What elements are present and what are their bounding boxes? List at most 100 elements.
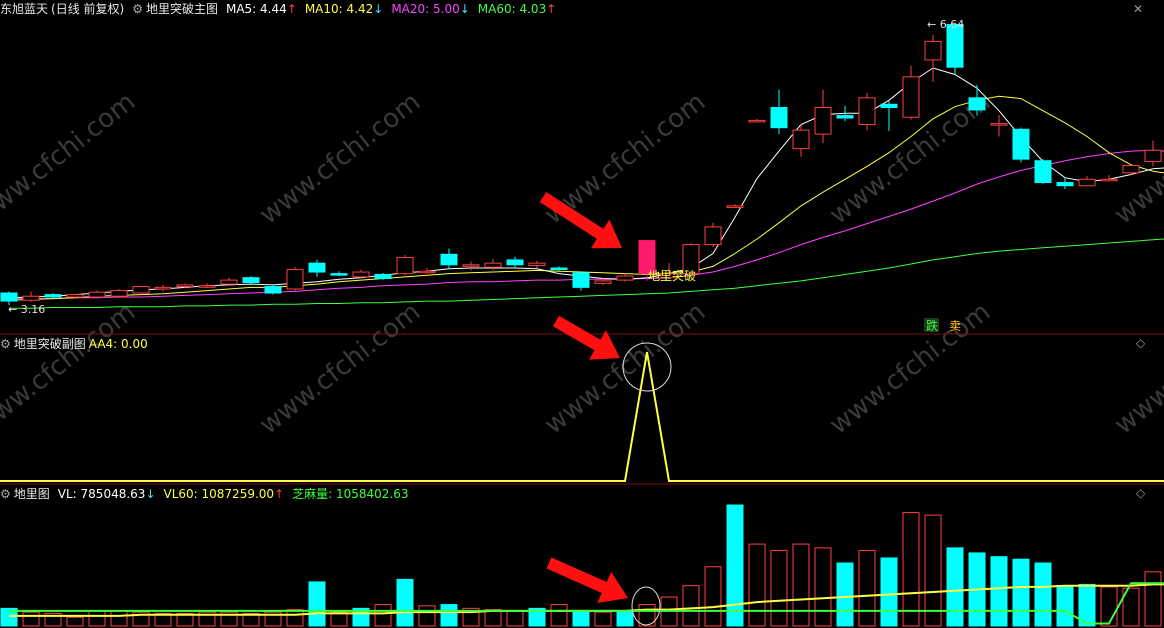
chart-canvas: www.cfchi.com www.cfchi.com www.cfchi.com w… bbox=[0, 18, 1164, 627]
vl-label: VL: 785048.63↓ bbox=[58, 485, 156, 503]
ma10-label: MA10: 4.42↓ bbox=[305, 0, 383, 18]
candle-body bbox=[968, 97, 986, 111]
candle bbox=[330, 271, 348, 277]
vl-arrow: ↓ bbox=[145, 487, 156, 501]
diamond-icon[interactable]: ◇ bbox=[1136, 336, 1145, 350]
ma10-arrow: ↓ bbox=[373, 2, 384, 16]
candle bbox=[946, 23, 964, 75]
ma20-label: MA20: 5.00↓ bbox=[391, 0, 469, 18]
candle-body bbox=[748, 119, 766, 123]
sub2-header: ⚙ 地里图 VL: 785048.63↓ VL60: 1087259.00↑ 芝… bbox=[0, 485, 417, 503]
candle bbox=[418, 268, 436, 274]
main-header: 东旭蓝天 (日线 前复权) ⚙ 地里突破主图 MA5: 4.44↑ MA10: … bbox=[0, 0, 564, 18]
candle-body bbox=[154, 286, 172, 290]
candle bbox=[902, 65, 920, 120]
candle-body bbox=[770, 107, 788, 129]
ma60-label: MA60: 4.03↑ bbox=[478, 0, 556, 18]
volume-bar bbox=[748, 543, 766, 627]
ma60-value: MA60: 4.03 bbox=[477, 2, 547, 16]
close-icon[interactable]: ✕ bbox=[1133, 2, 1143, 16]
candle bbox=[1012, 127, 1030, 163]
candle bbox=[506, 256, 524, 268]
watermark-text: www.cfchi.com bbox=[539, 297, 711, 441]
vl-value: VL: 785048.63 bbox=[57, 487, 146, 501]
candle-body bbox=[1122, 165, 1140, 174]
sell-signal-label: 跌 bbox=[926, 318, 938, 333]
candle-body bbox=[924, 40, 942, 61]
vl60-arrow: ↑ bbox=[274, 487, 285, 501]
candle-body bbox=[704, 226, 722, 246]
candle-body bbox=[176, 284, 194, 288]
candle-body bbox=[352, 271, 370, 278]
ma60-arrow: ↑ bbox=[546, 2, 557, 16]
volume-bar bbox=[374, 604, 392, 627]
volume-bar bbox=[814, 547, 832, 627]
candle-body bbox=[1056, 182, 1074, 187]
candle-body bbox=[858, 97, 876, 125]
watermark-text: www.cfchi.com bbox=[824, 297, 996, 441]
volume-bar bbox=[1100, 586, 1118, 627]
candle-body bbox=[902, 76, 920, 118]
candle-body bbox=[572, 272, 590, 288]
watermark-text: www.cfchi.com bbox=[254, 297, 426, 441]
watermark-text: www.cfchi.com bbox=[0, 87, 141, 231]
candle-body bbox=[594, 280, 612, 284]
candle bbox=[748, 118, 766, 123]
volume-bar bbox=[550, 604, 568, 627]
candle bbox=[528, 260, 546, 268]
candle-body bbox=[1012, 128, 1030, 160]
candle-body bbox=[330, 273, 348, 276]
candle bbox=[814, 89, 832, 143]
candle bbox=[132, 285, 150, 295]
volume-bar bbox=[1034, 562, 1052, 627]
candle-body bbox=[198, 285, 216, 288]
ma60-line bbox=[9, 238, 1164, 309]
candle-body bbox=[990, 123, 1008, 126]
volume-bar bbox=[990, 556, 1008, 627]
diamond-icon-2[interactable]: ◇ bbox=[1136, 486, 1145, 500]
candle-body bbox=[462, 264, 480, 267]
ma5-arrow: ↑ bbox=[286, 2, 297, 16]
annotation-arrow-sub1 bbox=[553, 315, 620, 360]
volume-bar bbox=[396, 578, 414, 627]
candle bbox=[396, 255, 414, 276]
candle bbox=[352, 269, 370, 279]
volume-bar bbox=[924, 514, 942, 627]
candle bbox=[198, 283, 216, 289]
candle-body bbox=[880, 103, 898, 109]
candle-body bbox=[66, 294, 84, 298]
candle bbox=[858, 93, 876, 131]
sub2-settings-icon[interactable]: ⚙ bbox=[0, 485, 11, 503]
candle-body bbox=[44, 294, 62, 298]
volume-bar bbox=[1144, 571, 1162, 627]
sub1-settings-icon[interactable]: ⚙ bbox=[0, 335, 11, 353]
candle-body bbox=[484, 262, 502, 268]
candle-body bbox=[396, 257, 414, 275]
candle bbox=[924, 34, 942, 82]
annotation-arrow-volume bbox=[546, 557, 628, 603]
volume-bar bbox=[88, 610, 106, 627]
main-indicator-name[interactable]: 地里突破主图 bbox=[146, 0, 218, 18]
candle-body bbox=[308, 262, 326, 273]
candle bbox=[440, 248, 458, 269]
candle-body bbox=[1100, 178, 1118, 182]
volume-panel bbox=[0, 504, 1164, 627]
candle bbox=[792, 124, 810, 157]
candle-body bbox=[1144, 149, 1162, 163]
sub2-indicator-name[interactable]: 地里图 bbox=[14, 485, 50, 503]
period-label: (日线 前复权) bbox=[51, 2, 125, 16]
candle bbox=[572, 271, 590, 291]
volume-bar bbox=[1056, 585, 1074, 627]
volume-bar bbox=[22, 611, 40, 627]
volume-bar bbox=[66, 616, 84, 627]
stock-name: 东旭蓝天 bbox=[0, 2, 49, 16]
candle-body bbox=[792, 129, 810, 150]
volume-bar bbox=[440, 604, 458, 627]
candle bbox=[1078, 176, 1096, 187]
candle bbox=[308, 259, 326, 277]
sub1-indicator-name[interactable]: 地里突破副图 bbox=[14, 335, 86, 353]
volume-bar bbox=[1012, 558, 1030, 627]
indicator-settings-icon[interactable]: ⚙ bbox=[132, 0, 143, 18]
ma20-value: MA20: 5.00 bbox=[391, 2, 460, 16]
candle bbox=[462, 261, 480, 271]
